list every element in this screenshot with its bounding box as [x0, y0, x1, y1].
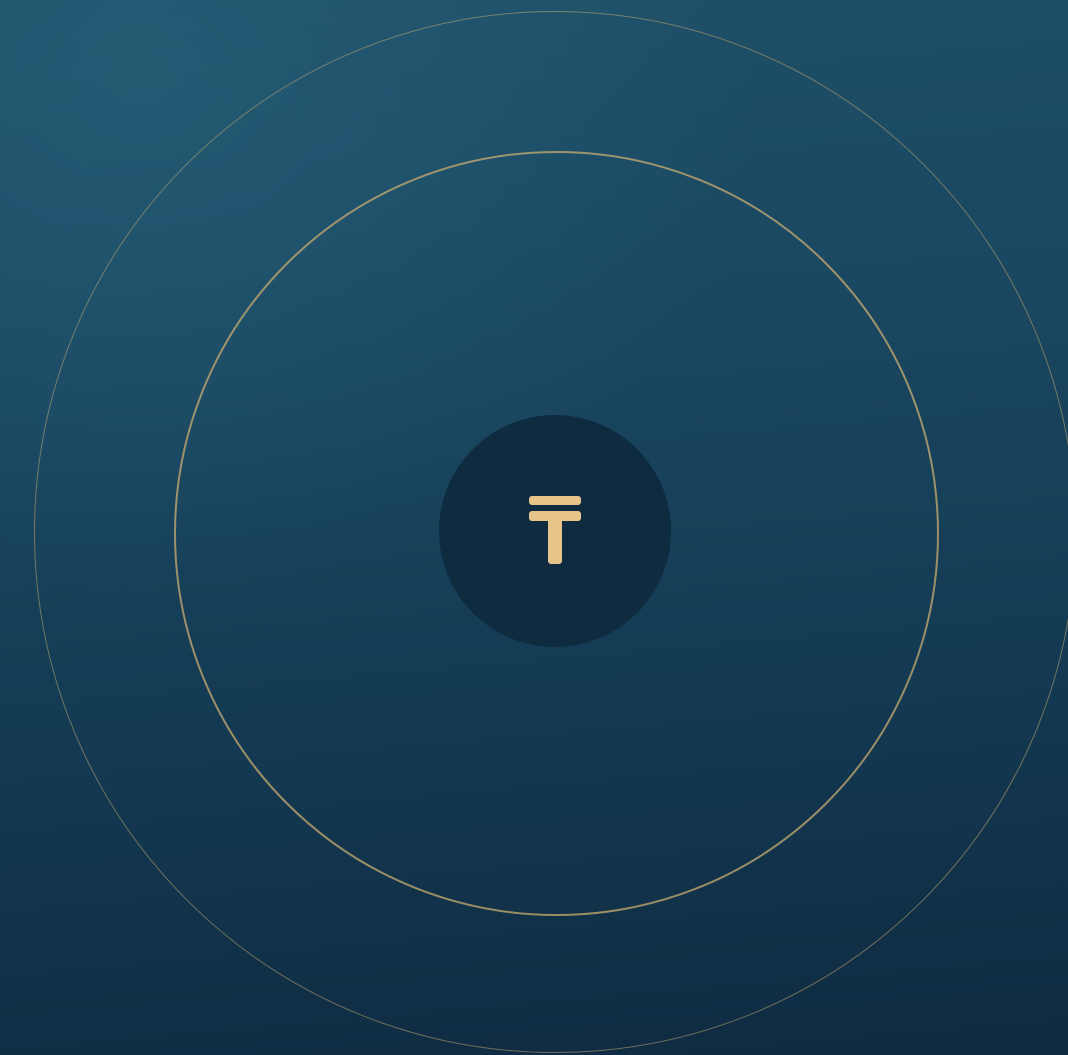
tenge-currency-icon [529, 496, 581, 564]
emblem-disc [439, 415, 671, 647]
background-canvas [0, 0, 1068, 1055]
